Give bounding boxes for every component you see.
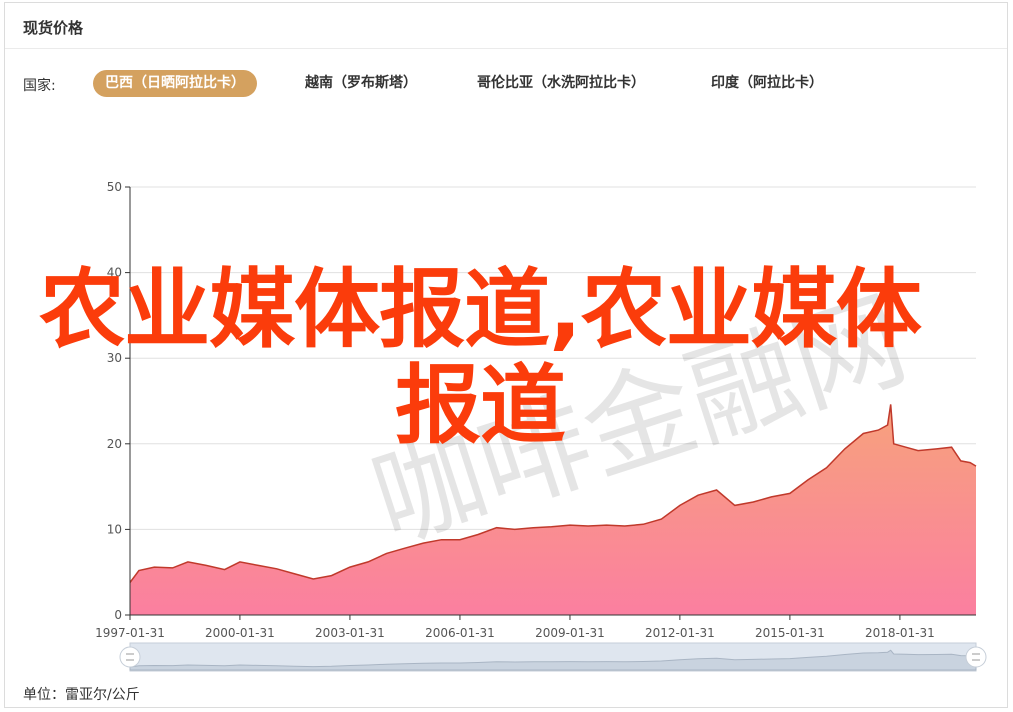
price-area-chart: 0 10 20 30 40 50 1997-01-31 2000-01-31 2003-01-…: [95, 180, 987, 672]
x-tick-label: 2009-01-31: [535, 626, 605, 640]
y-tick-label: 50: [107, 180, 122, 194]
x-tick-label: 2006-01-31: [425, 626, 495, 640]
zoom-handle-left[interactable]: [119, 646, 141, 668]
y-tick-label: 20: [107, 437, 122, 451]
x-tick-label: 2015-01-31: [755, 626, 825, 640]
y-tick-label: 0: [114, 608, 122, 622]
x-tick-label: 2000-01-31: [205, 626, 275, 640]
zoom-handle-right[interactable]: [965, 646, 987, 668]
price-area: [130, 404, 976, 615]
x-axis: 1997-01-31 2000-01-31 2003-01-31 2006-01-31…: [95, 615, 935, 640]
x-tick-label: 1997-01-31: [95, 626, 165, 640]
y-tick-label: 30: [107, 351, 122, 365]
y-tick-label: 10: [107, 522, 122, 536]
x-tick-label: 2012-01-31: [645, 626, 715, 640]
x-tick-label: 2018-01-31: [865, 626, 935, 640]
y-tick-label: 40: [107, 266, 122, 280]
y-axis: 0 10 20 30 40 50: [107, 180, 130, 622]
x-tick-label: 2003-01-31: [315, 626, 385, 640]
